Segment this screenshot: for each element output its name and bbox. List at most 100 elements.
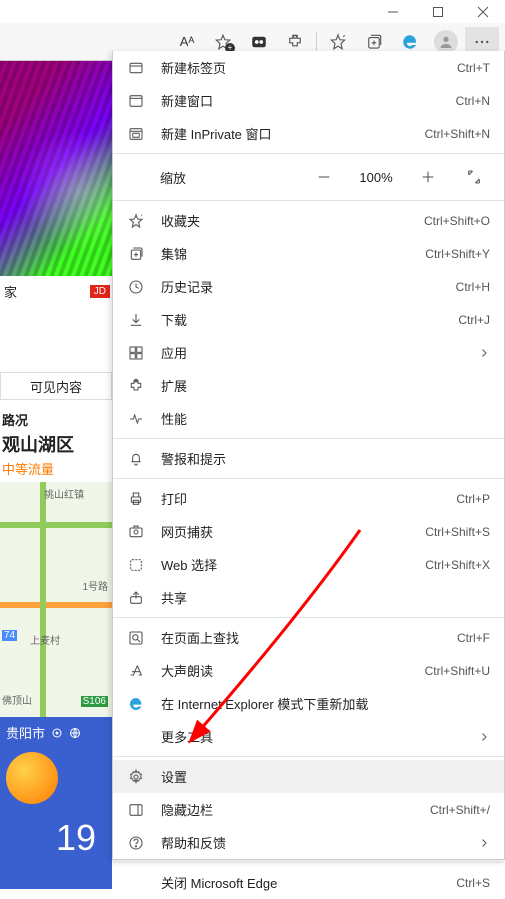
news-item[interactable]: 家 JD: [0, 276, 112, 306]
menu-item-label: 性能: [161, 409, 490, 428]
menu-item-label: 大声朗读: [161, 661, 409, 680]
weather-card[interactable]: 贵阳市 19: [0, 717, 112, 889]
menu-item-label: 网页捕获: [161, 522, 409, 541]
chevron-right-icon: [478, 731, 490, 743]
menu-item-label: 警报和提示: [161, 449, 490, 468]
new-tab-icon: [127, 60, 145, 76]
download-icon: [127, 312, 145, 328]
map-label-foding: 佛顶山: [2, 692, 32, 707]
menu-item-shortcut: Ctrl+Shift+N: [425, 127, 490, 141]
menu-item-label: 关闭 Microsoft Edge: [161, 873, 440, 892]
menu-item-label: 收藏夹: [161, 211, 408, 230]
visible-content-button[interactable]: 可见内容: [0, 372, 112, 400]
menu-help[interactable]: 帮助和反馈: [113, 826, 504, 859]
menu-readaloud[interactable]: 大声朗读 Ctrl+Shift+U: [113, 654, 504, 687]
performance-icon: [127, 411, 145, 427]
menu-iemode[interactable]: 在 Internet Explorer 模式下重新加载: [113, 687, 504, 720]
traffic-city: 观山湖区: [0, 431, 112, 457]
menu-separator: [113, 862, 504, 863]
menu-item-label: 隐藏边栏: [161, 800, 414, 819]
weather-temp: 19: [56, 817, 96, 859]
visible-content-label: 可见内容: [30, 377, 82, 396]
menu-item-label: 扩展: [161, 376, 490, 395]
webselect-icon: [127, 557, 145, 573]
menu-item-shortcut: Ctrl+S: [456, 876, 490, 890]
menu-item-shortcut: Ctrl+J: [458, 313, 490, 327]
menu-downloads[interactable]: 下载 Ctrl+J: [113, 303, 504, 336]
webcapture-icon: [127, 524, 145, 540]
inprivate-icon: [127, 126, 145, 142]
menu-separator: [113, 617, 504, 618]
menu-item-shortcut: Ctrl+H: [456, 280, 490, 294]
location-icon: [51, 727, 63, 739]
menu-item-shortcut: Ctrl+Shift+Y: [425, 247, 490, 261]
menu-settings[interactable]: 设置: [113, 760, 504, 793]
menu-item-shortcut: Ctrl+Shift+/: [430, 803, 490, 817]
menu-new-inprivate[interactable]: 新建 InPrivate 窗口 Ctrl+Shift+N: [113, 117, 504, 150]
maximize-button[interactable]: [415, 0, 460, 23]
chevron-right-icon: [478, 347, 490, 359]
help-icon: [127, 835, 145, 851]
menu-item-shortcut: Ctrl+N: [456, 94, 490, 108]
menu-new-window[interactable]: 新建窗口 Ctrl+N: [113, 84, 504, 117]
menu-item-label: 集锦: [161, 244, 409, 263]
menu-collections[interactable]: 集锦 Ctrl+Shift+Y: [113, 237, 504, 270]
menu-find[interactable]: 在页面上查找 Ctrl+F: [113, 621, 504, 654]
map-badge-74: 74: [2, 630, 17, 641]
zoom-value: 100%: [354, 170, 398, 185]
settings-menu: 新建标签页 Ctrl+T 新建窗口 Ctrl+N 新建 InPrivate 窗口…: [112, 51, 505, 860]
chevron-right-icon: [478, 837, 490, 849]
menu-sidebar[interactable]: 隐藏边栏 Ctrl+Shift+/: [113, 793, 504, 826]
menu-item-label: 共享: [161, 588, 490, 607]
menu-item-shortcut: Ctrl+Shift+O: [424, 214, 490, 228]
menu-favorites[interactable]: 收藏夹 Ctrl+Shift+O: [113, 204, 504, 237]
menu-separator: [113, 438, 504, 439]
minimize-button[interactable]: [370, 0, 415, 23]
menu-item-shortcut: Ctrl+T: [457, 61, 490, 75]
menu-item-label: 新建窗口: [161, 91, 440, 110]
printer-icon: [127, 491, 145, 507]
star-icon: [127, 213, 145, 229]
menu-item-label: 新建 InPrivate 窗口: [161, 124, 409, 143]
traffic-level: 中等流量: [0, 459, 112, 478]
menu-moretools[interactable]: 更多工具: [113, 720, 504, 753]
menu-print[interactable]: 打印 Ctrl+P: [113, 482, 504, 515]
traffic-map[interactable]: 挑山红镇 1号路 上麦村 74 佛顶山 S106: [0, 482, 112, 717]
menu-share[interactable]: 共享: [113, 581, 504, 614]
menu-zoom-row: 缩放 100%: [113, 157, 504, 197]
menu-item-label: 在 Internet Explorer 模式下重新加载: [161, 694, 490, 713]
menu-separator: [113, 478, 504, 479]
menu-separator: [113, 200, 504, 201]
menu-close-edge[interactable]: 关闭 Microsoft Edge Ctrl+S: [113, 866, 504, 899]
menu-item-label: 在页面上查找: [161, 628, 441, 647]
menu-alerts[interactable]: 警报和提示: [113, 442, 504, 475]
menu-webcapture[interactable]: 网页捕获 Ctrl+Shift+S: [113, 515, 504, 548]
map-label-xianhongzhen: 挑山红镇: [44, 486, 84, 501]
zoom-in-button[interactable]: [412, 162, 444, 192]
menu-history[interactable]: 历史记录 Ctrl+H: [113, 270, 504, 303]
menu-item-label: Web 选择: [161, 555, 409, 574]
menu-item-label: 设置: [161, 767, 490, 786]
ie-icon: [127, 696, 145, 712]
menu-webselect[interactable]: Web 选择 Ctrl+Shift+X: [113, 548, 504, 581]
menu-separator: [113, 153, 504, 154]
weather-city-label: 贵阳市: [6, 723, 45, 742]
menu-item-label: 更多工具: [161, 727, 462, 746]
map-label-1haolu: 1号路: [82, 578, 108, 593]
menu-item-label: 下载: [161, 310, 442, 329]
menu-item-shortcut: Ctrl+Shift+X: [425, 558, 490, 572]
menu-item-shortcut: Ctrl+Shift+S: [425, 525, 490, 539]
menu-item-label: 新建标签页: [161, 58, 441, 77]
page-background: 家 JD 可见内容 路况 观山湖区 中等流量 挑山红镇 1号路 上麦村 74 佛…: [0, 61, 112, 860]
fullscreen-button[interactable]: [458, 169, 490, 185]
menu-new-tab[interactable]: 新建标签页 Ctrl+T: [113, 51, 504, 84]
menu-apps[interactable]: 应用: [113, 336, 504, 369]
search-icon: [127, 630, 145, 646]
close-button[interactable]: [460, 0, 505, 23]
share-icon: [127, 590, 145, 606]
menu-item-shortcut: Ctrl+Shift+U: [425, 664, 490, 678]
new-window-icon: [127, 93, 145, 109]
menu-extensions[interactable]: 扩展: [113, 369, 504, 402]
menu-performance[interactable]: 性能: [113, 402, 504, 435]
zoom-out-button[interactable]: [308, 162, 340, 192]
